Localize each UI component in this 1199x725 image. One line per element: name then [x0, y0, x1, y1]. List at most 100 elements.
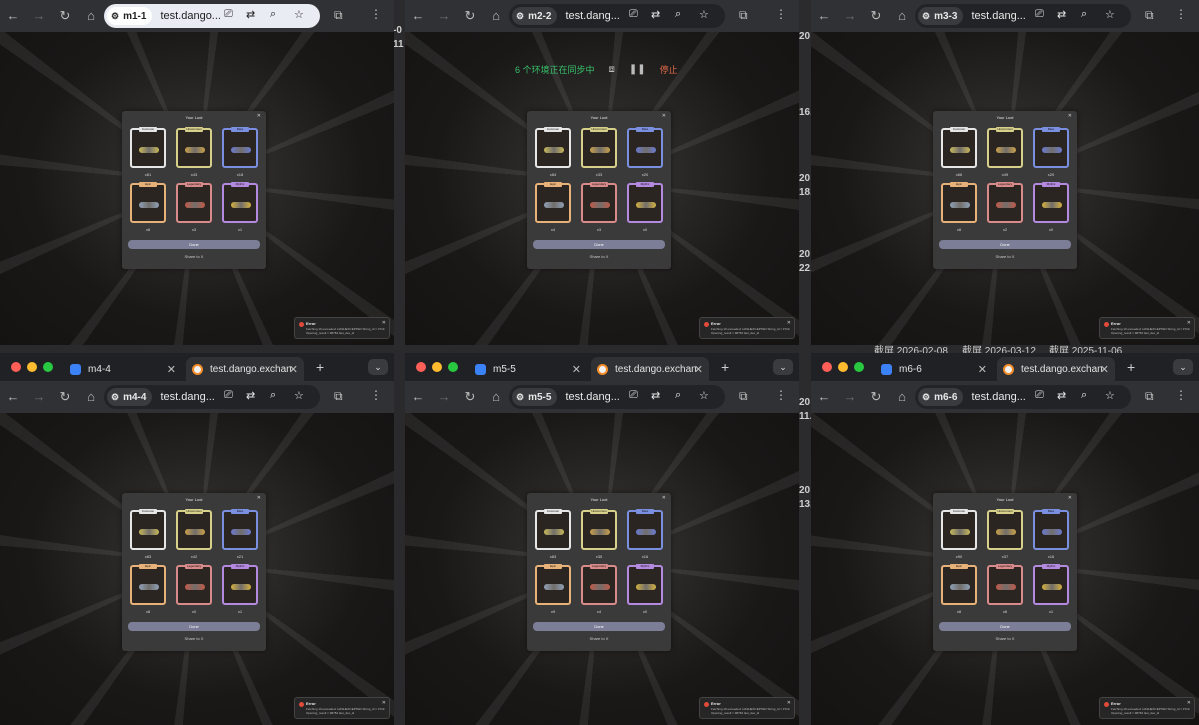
- tab-close-icon[interactable]: ✕: [978, 363, 987, 376]
- minimize-window-button[interactable]: [838, 362, 848, 372]
- zoom-window-button[interactable]: [448, 362, 458, 372]
- install-app-icon[interactable]: ⎚: [224, 8, 233, 21]
- tab-profile[interactable]: m5-5 ✕: [469, 357, 587, 381]
- back-arrow-icon[interactable]: ←: [405, 389, 431, 405]
- kebab-menu-icon[interactable]: ⋮: [1175, 388, 1187, 402]
- tab-search-chevron-icon[interactable]: ⌄: [368, 359, 388, 375]
- bookmark-star-icon[interactable]: ☆: [699, 389, 709, 402]
- zoom-icon[interactable]: ⌕: [270, 389, 276, 402]
- install-app-icon[interactable]: ⎚: [1035, 389, 1044, 402]
- close-icon[interactable]: ✕: [257, 113, 261, 119]
- done-button[interactable]: Done: [533, 622, 665, 631]
- tab-close-icon[interactable]: ✕: [1100, 363, 1109, 376]
- install-app-icon[interactable]: ⎚: [629, 8, 638, 21]
- new-tab-button[interactable]: +: [316, 359, 324, 375]
- home-icon[interactable]: ⌂: [483, 8, 509, 24]
- profile-chip[interactable]: ⚙ m3-3: [918, 7, 964, 25]
- extensions-puzzle-icon[interactable]: ⧉: [334, 8, 343, 23]
- share-to-x-link[interactable]: Share to X: [933, 254, 1077, 259]
- close-icon[interactable]: ✕: [1068, 495, 1072, 501]
- forward-arrow-icon[interactable]: →: [837, 8, 863, 24]
- kebab-menu-icon[interactable]: ⋮: [370, 388, 382, 402]
- extensions-puzzle-icon[interactable]: ⧉: [739, 389, 748, 404]
- done-button[interactable]: Done: [939, 622, 1071, 631]
- minimize-window-button[interactable]: [432, 362, 442, 372]
- close-icon[interactable]: ✕: [257, 495, 261, 501]
- extensions-puzzle-icon[interactable]: ⧉: [334, 389, 343, 404]
- bookmark-star-icon[interactable]: ☆: [294, 389, 304, 402]
- forward-arrow-icon[interactable]: →: [431, 389, 457, 405]
- zoom-window-button[interactable]: [854, 362, 864, 372]
- extensions-puzzle-icon[interactable]: ⧉: [739, 8, 748, 23]
- reload-icon[interactable]: ↻: [863, 8, 889, 24]
- kebab-menu-icon[interactable]: ⋮: [775, 7, 787, 21]
- back-arrow-icon[interactable]: ←: [405, 8, 431, 24]
- tab-profile[interactable]: m4-4 ✕: [64, 357, 182, 381]
- share-to-x-link[interactable]: Share to X: [933, 636, 1077, 641]
- back-arrow-icon[interactable]: ←: [0, 389, 26, 405]
- share-to-x-link[interactable]: Share to X: [527, 636, 671, 641]
- bookmark-star-icon[interactable]: ☆: [1105, 8, 1115, 21]
- install-app-icon[interactable]: ⎚: [1035, 8, 1044, 21]
- tab-dango[interactable]: test.dango.exchan ✕: [591, 357, 709, 381]
- home-icon[interactable]: ⌂: [483, 389, 509, 405]
- home-icon[interactable]: ⌂: [889, 8, 915, 24]
- zoom-window-button[interactable]: [43, 362, 53, 372]
- zoom-icon[interactable]: ⌕: [1081, 389, 1087, 402]
- tab-search-chevron-icon[interactable]: ⌄: [773, 359, 793, 375]
- tab-close-icon[interactable]: ✕: [167, 363, 176, 376]
- tab-close-icon[interactable]: ✕: [289, 363, 298, 376]
- close-window-button[interactable]: [822, 362, 832, 372]
- bookmark-star-icon[interactable]: ☆: [699, 8, 709, 21]
- tab-dango[interactable]: test.dango.exchan ✕: [997, 357, 1115, 381]
- address-bar[interactable]: ⚙ m3-3 test.dang... ⎚ ⇄ ⌕ ☆: [915, 4, 1131, 28]
- reload-icon[interactable]: ↻: [457, 8, 483, 24]
- extensions-puzzle-icon[interactable]: ⧉: [1145, 389, 1154, 404]
- forward-arrow-icon[interactable]: →: [26, 8, 52, 24]
- bookmark-star-icon[interactable]: ☆: [1105, 389, 1115, 402]
- close-icon[interactable]: ✕: [662, 113, 666, 119]
- close-icon[interactable]: ✕: [1187, 700, 1191, 706]
- tab-close-icon[interactable]: ✕: [572, 363, 581, 376]
- done-button[interactable]: Done: [128, 622, 260, 631]
- done-button[interactable]: Done: [533, 240, 665, 249]
- close-window-button[interactable]: [11, 362, 21, 372]
- reload-icon[interactable]: ↻: [863, 389, 889, 405]
- zoom-icon[interactable]: ⌕: [270, 8, 276, 21]
- translate-icon[interactable]: ⇄: [1057, 389, 1066, 402]
- home-icon[interactable]: ⌂: [78, 8, 104, 24]
- reload-icon[interactable]: ↻: [52, 389, 78, 405]
- share-to-x-link[interactable]: Share to X: [122, 254, 266, 259]
- reload-icon[interactable]: ↻: [457, 389, 483, 405]
- pause-icon[interactable]: ❚❚: [629, 64, 646, 75]
- screen-icon[interactable]: ⧈: [609, 64, 615, 75]
- tab-search-chevron-icon[interactable]: ⌄: [1173, 359, 1193, 375]
- tab-profile[interactable]: m6-6 ✕: [875, 357, 993, 381]
- close-icon[interactable]: ✕: [1068, 113, 1072, 119]
- zoom-icon[interactable]: ⌕: [1081, 8, 1087, 21]
- kebab-menu-icon[interactable]: ⋮: [370, 7, 382, 21]
- translate-icon[interactable]: ⇄: [651, 389, 660, 402]
- close-icon[interactable]: ✕: [1187, 320, 1191, 326]
- forward-arrow-icon[interactable]: →: [837, 389, 863, 405]
- install-app-icon[interactable]: ⎚: [629, 389, 638, 402]
- close-icon[interactable]: ✕: [662, 495, 666, 501]
- new-tab-button[interactable]: +: [1127, 359, 1135, 375]
- home-icon[interactable]: ⌂: [889, 389, 915, 405]
- new-tab-button[interactable]: +: [721, 359, 729, 375]
- translate-icon[interactable]: ⇄: [246, 8, 255, 21]
- profile-chip[interactable]: ⚙ m4-4: [107, 388, 153, 406]
- tab-close-icon[interactable]: ✕: [694, 363, 703, 376]
- profile-chip[interactable]: ⚙ m2-2: [512, 7, 558, 25]
- back-arrow-icon[interactable]: ←: [0, 8, 26, 24]
- tab-dango[interactable]: test.dango.exchan ✕: [186, 357, 304, 381]
- translate-icon[interactable]: ⇄: [246, 389, 255, 402]
- back-arrow-icon[interactable]: ←: [811, 389, 837, 405]
- profile-chip[interactable]: ⚙ m6-6: [918, 388, 964, 406]
- bookmark-star-icon[interactable]: ☆: [294, 8, 304, 21]
- close-icon[interactable]: ✕: [787, 320, 791, 326]
- address-bar[interactable]: ⚙ m1-1 test.dango... ⎚ ⇄ ⌕ ☆: [104, 4, 320, 28]
- profile-chip[interactable]: ⚙ m1-1: [107, 7, 153, 25]
- zoom-icon[interactable]: ⌕: [675, 389, 681, 402]
- reload-icon[interactable]: ↻: [52, 8, 78, 24]
